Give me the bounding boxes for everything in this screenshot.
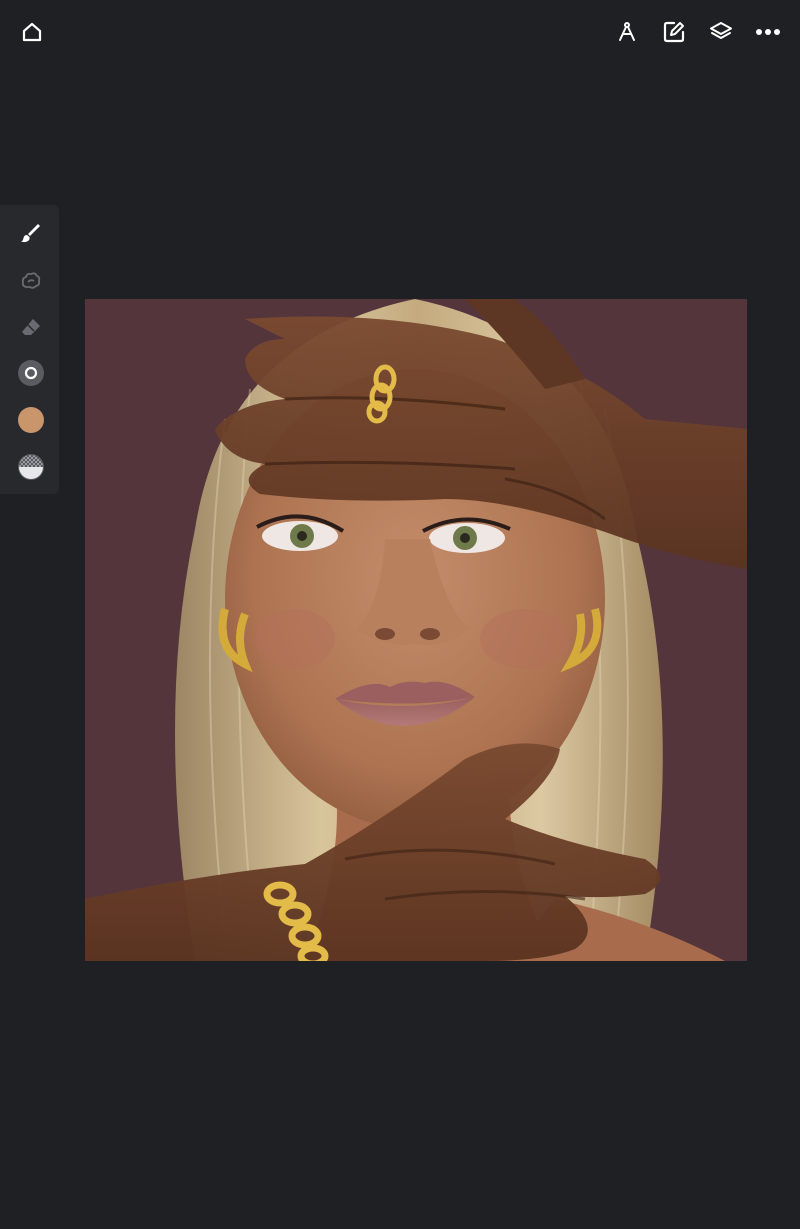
edit-note-icon	[663, 21, 685, 43]
edit-button[interactable]	[658, 16, 690, 48]
brush-tool[interactable]	[16, 218, 46, 248]
opacity-control[interactable]	[16, 452, 46, 482]
eraser-tool[interactable]	[16, 312, 46, 342]
home-button[interactable]	[16, 16, 48, 48]
color-picker[interactable]	[16, 405, 46, 435]
tool-palette	[0, 205, 59, 494]
top-toolbar	[0, 0, 800, 64]
drawing-canvas[interactable]	[85, 299, 747, 961]
ruler-button[interactable]	[611, 16, 643, 48]
eraser-icon	[22, 319, 40, 335]
more-button[interactable]	[752, 16, 784, 48]
more-options-icon	[756, 29, 780, 35]
color-swatch-icon	[18, 407, 44, 433]
layers-icon	[710, 22, 732, 39]
ruler-compass-icon	[619, 22, 635, 41]
portrait-artwork	[85, 299, 747, 961]
brush-size-icon	[18, 360, 44, 386]
smudge-icon	[21, 272, 41, 289]
brush-size-control[interactable]	[16, 358, 46, 388]
opacity-icon	[18, 454, 44, 480]
smudge-tool[interactable]	[16, 265, 46, 295]
brush-icon	[21, 224, 40, 243]
home-icon	[22, 22, 42, 42]
layers-button[interactable]	[705, 16, 737, 48]
